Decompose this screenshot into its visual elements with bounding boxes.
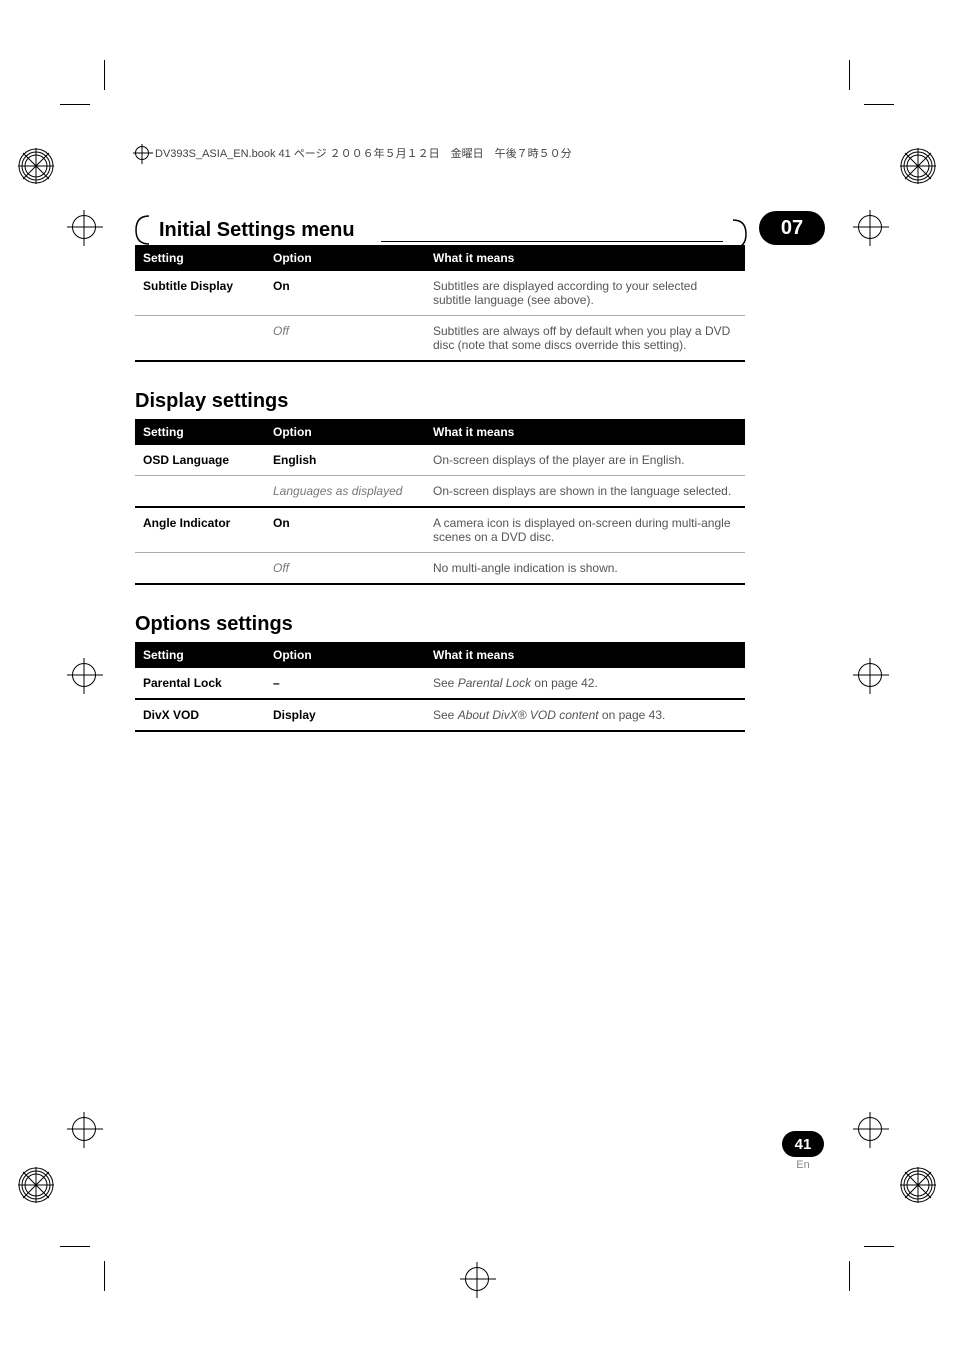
setting-cell: OSD Language	[135, 445, 265, 476]
page-footer: 41 En	[782, 1131, 824, 1171]
setting-cell: Angle Indicator	[135, 507, 265, 553]
display-settings-section: Display settings Setting Option What it …	[135, 390, 825, 585]
registration-mark-small-icon	[135, 146, 149, 160]
registration-mark-icon	[72, 1117, 96, 1141]
registration-mark-icon	[858, 215, 882, 239]
setting-cell: DivX VOD	[135, 699, 265, 731]
meaning-cell: On-screen displays are shown in the lang…	[425, 476, 745, 508]
page-number-badge: 41	[782, 1131, 824, 1157]
crop-mark-icon	[849, 60, 850, 90]
chapter-header: Initial Settings menu 07	[135, 211, 825, 245]
meaning-cell: See Parental Lock on page 42.	[425, 668, 745, 699]
option-cell: English	[265, 445, 425, 476]
section-heading: Display settings	[135, 390, 825, 413]
binding-spiral-icon	[18, 148, 54, 184]
meaning-prefix: See	[433, 708, 458, 722]
binding-spiral-icon	[18, 1167, 54, 1203]
options-settings-section: Options settings Setting Option What it …	[135, 613, 825, 732]
language-label: En	[782, 1159, 824, 1171]
option-cell: –	[265, 668, 425, 699]
option-cell: Display	[265, 699, 425, 731]
table-header-setting: Setting	[135, 642, 265, 668]
crop-mark-icon	[864, 1246, 894, 1247]
crop-mark-icon	[849, 1261, 850, 1291]
table-row: Off Subtitles are always off by default …	[135, 316, 745, 362]
option-cell: On	[265, 271, 425, 316]
table-header-setting: Setting	[135, 245, 265, 271]
chapter-title: Initial Settings menu	[151, 219, 373, 242]
meaning-cell: No multi-angle indication is shown.	[425, 553, 745, 585]
option-cell: Off	[265, 553, 425, 585]
table-row: Languages as displayed On-screen display…	[135, 476, 745, 508]
table-row: Angle Indicator On A camera icon is disp…	[135, 507, 745, 553]
table-header-meaning: What it means	[425, 245, 745, 271]
table-header-meaning: What it means	[425, 419, 745, 445]
display-settings-table: Setting Option What it means OSD Languag…	[135, 419, 745, 585]
book-file-tag: DV393S_ASIA_EN.book 41 ページ ２００６年５月１２日 金曜…	[135, 145, 825, 161]
subtitle-display-table: Setting Option What it means Subtitle Di…	[135, 245, 745, 362]
crop-mark-icon	[864, 104, 894, 105]
binding-spiral-icon	[900, 1167, 936, 1203]
meaning-cell: On-screen displays of the player are in …	[425, 445, 745, 476]
table-header-option: Option	[265, 642, 425, 668]
meaning-prefix: See	[433, 676, 458, 690]
crop-mark-icon	[60, 1246, 90, 1247]
meaning-cell: Subtitles are always off by default when…	[425, 316, 745, 362]
chapter-bracket-icon	[135, 215, 151, 245]
subtitle-display-section: Setting Option What it means Subtitle Di…	[135, 245, 825, 362]
registration-mark-icon	[72, 663, 96, 687]
registration-mark-icon	[465, 1267, 489, 1291]
meaning-suffix: on page 43.	[599, 708, 666, 722]
setting-cell: Parental Lock	[135, 668, 265, 699]
table-header-setting: Setting	[135, 419, 265, 445]
book-file-label: DV393S_ASIA_EN.book 41 ページ ２００６年５月１２日 金曜…	[155, 145, 572, 161]
meaning-suffix: on page 42.	[531, 676, 598, 690]
table-row: OSD Language English On-screen displays …	[135, 445, 745, 476]
registration-mark-icon	[858, 1117, 882, 1141]
chapter-bracket-end-icon	[731, 219, 747, 249]
setting-cell	[135, 316, 265, 362]
page-content: DV393S_ASIA_EN.book 41 ページ ２００６年５月１２日 金曜…	[135, 145, 825, 760]
option-cell: Off	[265, 316, 425, 362]
table-row: DivX VOD Display See About DivX® VOD con…	[135, 699, 745, 731]
setting-cell	[135, 476, 265, 508]
option-cell: Languages as displayed	[265, 476, 425, 508]
crop-mark-icon	[104, 60, 105, 90]
table-row: Off No multi-angle indication is shown.	[135, 553, 745, 585]
setting-cell	[135, 553, 265, 585]
options-settings-table: Setting Option What it means Parental Lo…	[135, 642, 745, 732]
registration-mark-icon	[858, 663, 882, 687]
table-row: Parental Lock – See Parental Lock on pag…	[135, 668, 745, 699]
option-cell: On	[265, 507, 425, 553]
binding-spiral-icon	[900, 148, 936, 184]
meaning-reference: About DivX® VOD content	[458, 708, 599, 722]
registration-mark-icon	[72, 215, 96, 239]
table-row: Subtitle Display On Subtitles are displa…	[135, 271, 745, 316]
meaning-cell: A camera icon is displayed on-screen dur…	[425, 507, 745, 553]
section-heading: Options settings	[135, 613, 825, 636]
crop-mark-icon	[60, 104, 90, 105]
chapter-number-badge: 07	[759, 211, 825, 245]
table-header-meaning: What it means	[425, 642, 745, 668]
crop-mark-icon	[104, 1261, 105, 1291]
meaning-reference: Parental Lock	[458, 676, 531, 690]
chapter-rule	[381, 241, 723, 242]
meaning-cell: See About DivX® VOD content on page 43.	[425, 699, 745, 731]
table-header-option: Option	[265, 419, 425, 445]
setting-cell: Subtitle Display	[135, 271, 265, 316]
table-header-option: Option	[265, 245, 425, 271]
meaning-cell: Subtitles are displayed according to you…	[425, 271, 745, 316]
